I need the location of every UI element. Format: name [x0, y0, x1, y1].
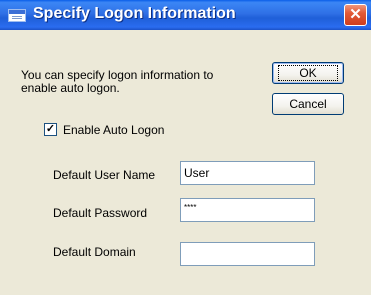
close-button[interactable]: ✕ [344, 4, 367, 26]
window-title: Specify Logon Information [33, 5, 236, 22]
domain-field[interactable] [180, 242, 315, 266]
ok-button[interactable]: OK [272, 62, 344, 84]
enable-auto-logon-label[interactable]: Enable Auto Logon [63, 123, 164, 137]
password-field[interactable]: **** [180, 198, 315, 222]
title-bar[interactable]: Specify Logon Information ✕ [0, 0, 371, 30]
dialog-window: Specify Logon Information ✕ You can spec… [0, 0, 371, 295]
description-text: You can specify logon information to ena… [21, 68, 214, 95]
cancel-button[interactable]: Cancel [272, 93, 344, 115]
window-app-icon [8, 9, 26, 22]
user-name-field[interactable]: User [180, 161, 315, 185]
password-label: Default Password [53, 206, 148, 220]
enable-auto-logon-checkbox[interactable]: ✓ [44, 123, 57, 136]
user-name-label: Default User Name [53, 168, 156, 182]
domain-label: Default Domain [53, 245, 136, 259]
ok-button-label: OK [278, 65, 338, 81]
